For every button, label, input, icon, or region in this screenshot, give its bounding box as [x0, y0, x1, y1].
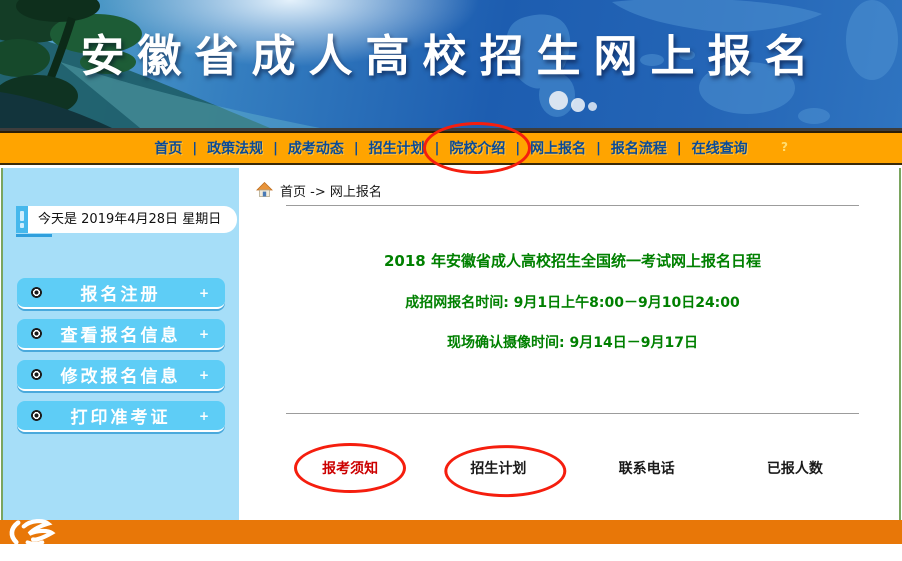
breadcrumb-current: 网上报名 [329, 184, 382, 200]
nav-item-registration-process[interactable]: 报名流程 [601, 138, 677, 158]
breadcrumb-arrow: -> [310, 184, 326, 200]
sidebar: 今天是 2019年4月28日 星期日 报名注册 + 查看报名信息 + 修改报名信… [3, 168, 239, 520]
date-value: 2019年4月28日 [81, 212, 179, 227]
link-label-text: 报考须知 [322, 461, 379, 477]
link-cell: 报考须知 [276, 443, 424, 493]
date-tab-icon [16, 206, 52, 237]
sidebar-item-label: 报名注册 [80, 285, 161, 305]
registration-time-line: 成招网报名时间: 9月1日上午8:00－9月10日24:00 [405, 295, 740, 311]
date-weekday: 星期日 [182, 212, 222, 227]
link-cell: 联系电话 [573, 456, 721, 480]
link-registered-count[interactable]: 已报人数 [763, 456, 827, 480]
main-content: 首页 -> 网上报名 2018 年安徽省成人高校招生全国统一考试网上报名日程 成… [246, 168, 899, 520]
body-row: 今天是 2019年4月28日 星期日 报名注册 + 查看报名信息 + 修改报名信… [1, 168, 901, 520]
sidebar-item-view-info[interactable]: 查看报名信息 + [17, 319, 225, 350]
page: 安徽省成人高校招生网上报名 首页 | 政策法规 | 成考动态 | 招生计划 | … [0, 0, 902, 561]
link-exam-notice[interactable]: 报考须知 [294, 443, 407, 493]
content-divider [286, 413, 859, 414]
site-title: 安徽省成人高校招生网上报名 [80, 31, 822, 82]
faint-question-mark: ? [781, 140, 788, 154]
bullet-icon [31, 369, 42, 380]
decorative-dot-medium [571, 98, 585, 112]
nav-item-online-query[interactable]: 在线查询 [682, 138, 758, 158]
link-cell: 招生计划 [424, 445, 572, 498]
date-tab-glyph [20, 211, 24, 221]
header-banner: 安徽省成人高校招生网上报名 [0, 0, 902, 131]
main-navbar: 首页 | 政策法规 | 成考动态 | 招生计划 | 院校介绍 | 网上报名 | … [0, 122, 902, 174]
sidebar-item-label: 查看报名信息 [60, 326, 181, 346]
nav-list: 首页 | 政策法规 | 成考动态 | 招生计划 | 院校介绍 | 网上报名 | … [144, 122, 758, 174]
today-date-text: 今天是 2019年4月28日 星期日 [28, 206, 238, 233]
decorative-dot-large [549, 91, 568, 110]
link-cell: 已报人数 [721, 456, 869, 480]
nav-item-home[interactable]: 首页 [144, 138, 192, 158]
bullet-icon [31, 410, 42, 421]
link-enrollment-plan[interactable]: 招生计划 [444, 445, 567, 498]
link-label-text: 已报人数 [766, 461, 823, 477]
nav-item-college-intro[interactable]: 院校介绍 [423, 122, 532, 174]
decorative-dot-small [588, 102, 597, 111]
quick-links-row: 报考须知 招生计划 联系电话 已报人数 [276, 443, 869, 498]
plus-icon: + [198, 367, 209, 382]
link-label-text: 招生计划 [470, 461, 527, 477]
sidebar-item-label: 打印准考证 [70, 408, 171, 428]
bullet-icon [31, 287, 42, 298]
date-prefix: 今天是 [38, 212, 78, 227]
plus-icon: + [198, 326, 209, 341]
plus-icon: + [198, 285, 209, 300]
sidebar-item-print-ticket[interactable]: 打印准考证 + [17, 401, 225, 432]
plus-icon: + [198, 408, 209, 423]
link-label-text: 联系电话 [618, 461, 675, 477]
schedule-title: 2018 年安徽省成人高校招生全国统一考试网上报名日程 [384, 252, 761, 270]
sidebar-item-modify-info[interactable]: 修改报名信息 + [17, 360, 225, 391]
breadcrumb-divider [286, 205, 859, 206]
breadcrumb-text: 首页 -> 网上报名 [280, 181, 382, 200]
nav-item-policies[interactable]: 政策法规 [197, 138, 273, 158]
nav-item-exam-news[interactable]: 成考动态 [278, 138, 354, 158]
breadcrumb-home-link[interactable]: 首页 [280, 185, 306, 200]
sidebar-menu: 报名注册 + 查看报名信息 + 修改报名信息 + 打印准考证 + [17, 278, 225, 442]
bullet-icon [31, 328, 42, 339]
breadcrumb: 首页 -> 网上报名 [246, 180, 899, 200]
date-display: 今天是 2019年4月28日 星期日 [16, 206, 238, 237]
nav-item-enrollment-plan[interactable]: 招生计划 [359, 138, 435, 158]
confirmation-time-line: 现场确认摄像时间: 9月14日－9月17日 [447, 335, 698, 351]
date-tab-glyph2 [20, 223, 24, 228]
nav-item-online-registration[interactable]: 网上报名 [520, 138, 596, 158]
sidebar-item-label: 修改报名信息 [60, 367, 181, 387]
sidebar-item-register[interactable]: 报名注册 + [17, 278, 225, 309]
link-contact-phone[interactable]: 联系电话 [615, 456, 679, 480]
footer-bar [0, 519, 902, 546]
nav-item-college-intro-label: 院校介绍 [449, 141, 506, 157]
home-icon[interactable] [256, 182, 273, 198]
swirl-logo-icon [9, 519, 56, 546]
